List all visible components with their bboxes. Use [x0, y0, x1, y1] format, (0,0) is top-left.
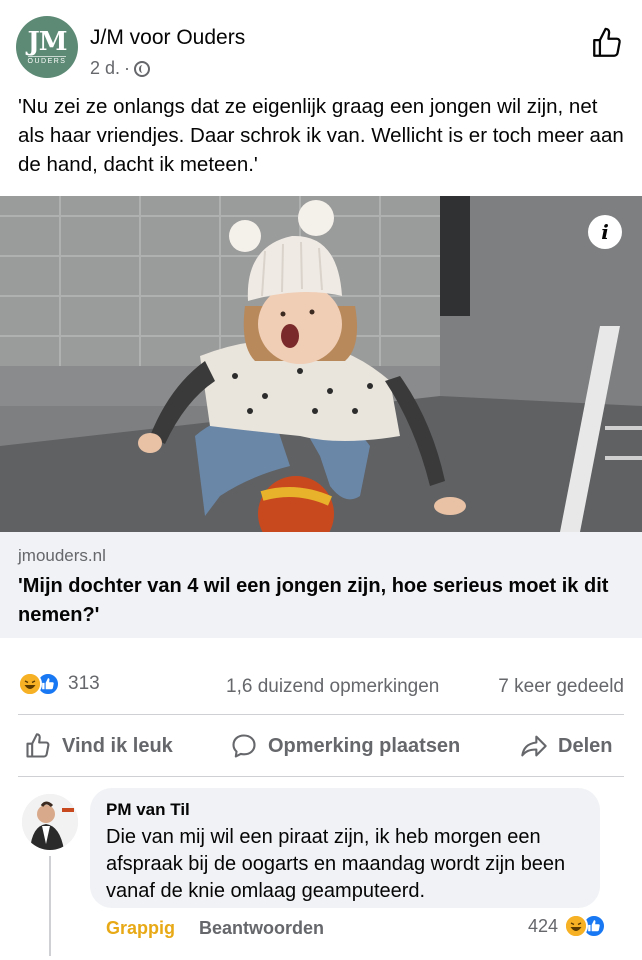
link-title[interactable]: 'Mijn dochter van 4 wil een jongen zijn,…: [18, 572, 628, 630]
comment-author[interactable]: PM van Til: [106, 800, 190, 820]
like-button[interactable]: Vind ik leuk: [24, 728, 173, 764]
like-button-label: Vind ik leuk: [62, 734, 173, 757]
share-button[interactable]: Delen: [520, 728, 612, 764]
link-preview-card[interactable]: jmouders.nl 'Mijn dochter van 4 wil een …: [0, 532, 642, 638]
reaction-count: 313: [68, 673, 100, 694]
page-avatar[interactable]: JM OUDERS: [16, 16, 78, 78]
globe-icon: [134, 60, 151, 77]
commenter-avatar[interactable]: [22, 794, 78, 850]
child-photo-illustration: [0, 196, 642, 532]
post-action-bar: Vind ik leuk Opmerking plaatsen Delen: [0, 718, 642, 774]
comments-count[interactable]: 1,6 duizend opmerkingen: [226, 676, 439, 698]
comment-reaction-label[interactable]: Grappig: [106, 918, 175, 939]
comment-button[interactable]: Opmerking plaatsen: [230, 728, 460, 764]
comment-reaction-summary[interactable]: 424: [528, 914, 606, 938]
post-time[interactable]: 2 d.: [90, 58, 120, 79]
share-arrow-icon: [521, 735, 547, 757]
post-meta: 2 d. ·: [90, 58, 151, 79]
comment-reaction-count: 424: [527, 915, 558, 936]
thread-line: [49, 856, 51, 956]
post-stats: 313 1,6 duizend opmerkingen 7 keer gedee…: [0, 664, 642, 704]
haha-reaction-icon: [18, 672, 42, 696]
comment-button-label: Opmerking plaatsen: [268, 734, 461, 757]
reply-button[interactable]: Beantwoorden: [199, 918, 324, 939]
thumbs-up-icon[interactable]: [590, 26, 624, 60]
divider: [18, 714, 624, 715]
comment-actions: Grappig Beantwoorden: [106, 918, 324, 939]
thumbs-up-icon: [26, 733, 50, 758]
post-text: 'Nu zei ze onlangs dat ze eigenlijk graa…: [18, 95, 624, 176]
share-button-label: Delen: [558, 734, 613, 757]
comment: PM van Til Die van mij wil een piraat zi…: [0, 784, 642, 960]
avatar-logo-subtext: OUDERS: [27, 55, 67, 65]
comment-text: Die van mij wil een piraat zijn, ik heb …: [106, 826, 566, 902]
post-header: JM OUDERS J/M voor Ouders 2 d. ·: [0, 0, 642, 90]
meta-separator: ·: [124, 58, 131, 78]
divider: [18, 776, 624, 777]
haha-reaction-icon: [564, 914, 588, 938]
reaction-summary[interactable]: 313: [18, 672, 100, 696]
comment-bubble[interactable]: PM van Til Die van mij wil een piraat zi…: [90, 788, 600, 908]
commenter-avatar-image: [22, 794, 78, 850]
page-name[interactable]: J/M voor Ouders: [90, 26, 245, 50]
avatar-logo-text: JM: [27, 26, 67, 57]
speech-bubble-icon: [232, 734, 256, 758]
post-photo[interactable]: [0, 196, 642, 532]
shares-count[interactable]: 7 keer gedeeld: [498, 676, 624, 698]
info-icon[interactable]: i: [588, 215, 622, 249]
link-domain: jmouders.nl: [18, 546, 106, 565]
